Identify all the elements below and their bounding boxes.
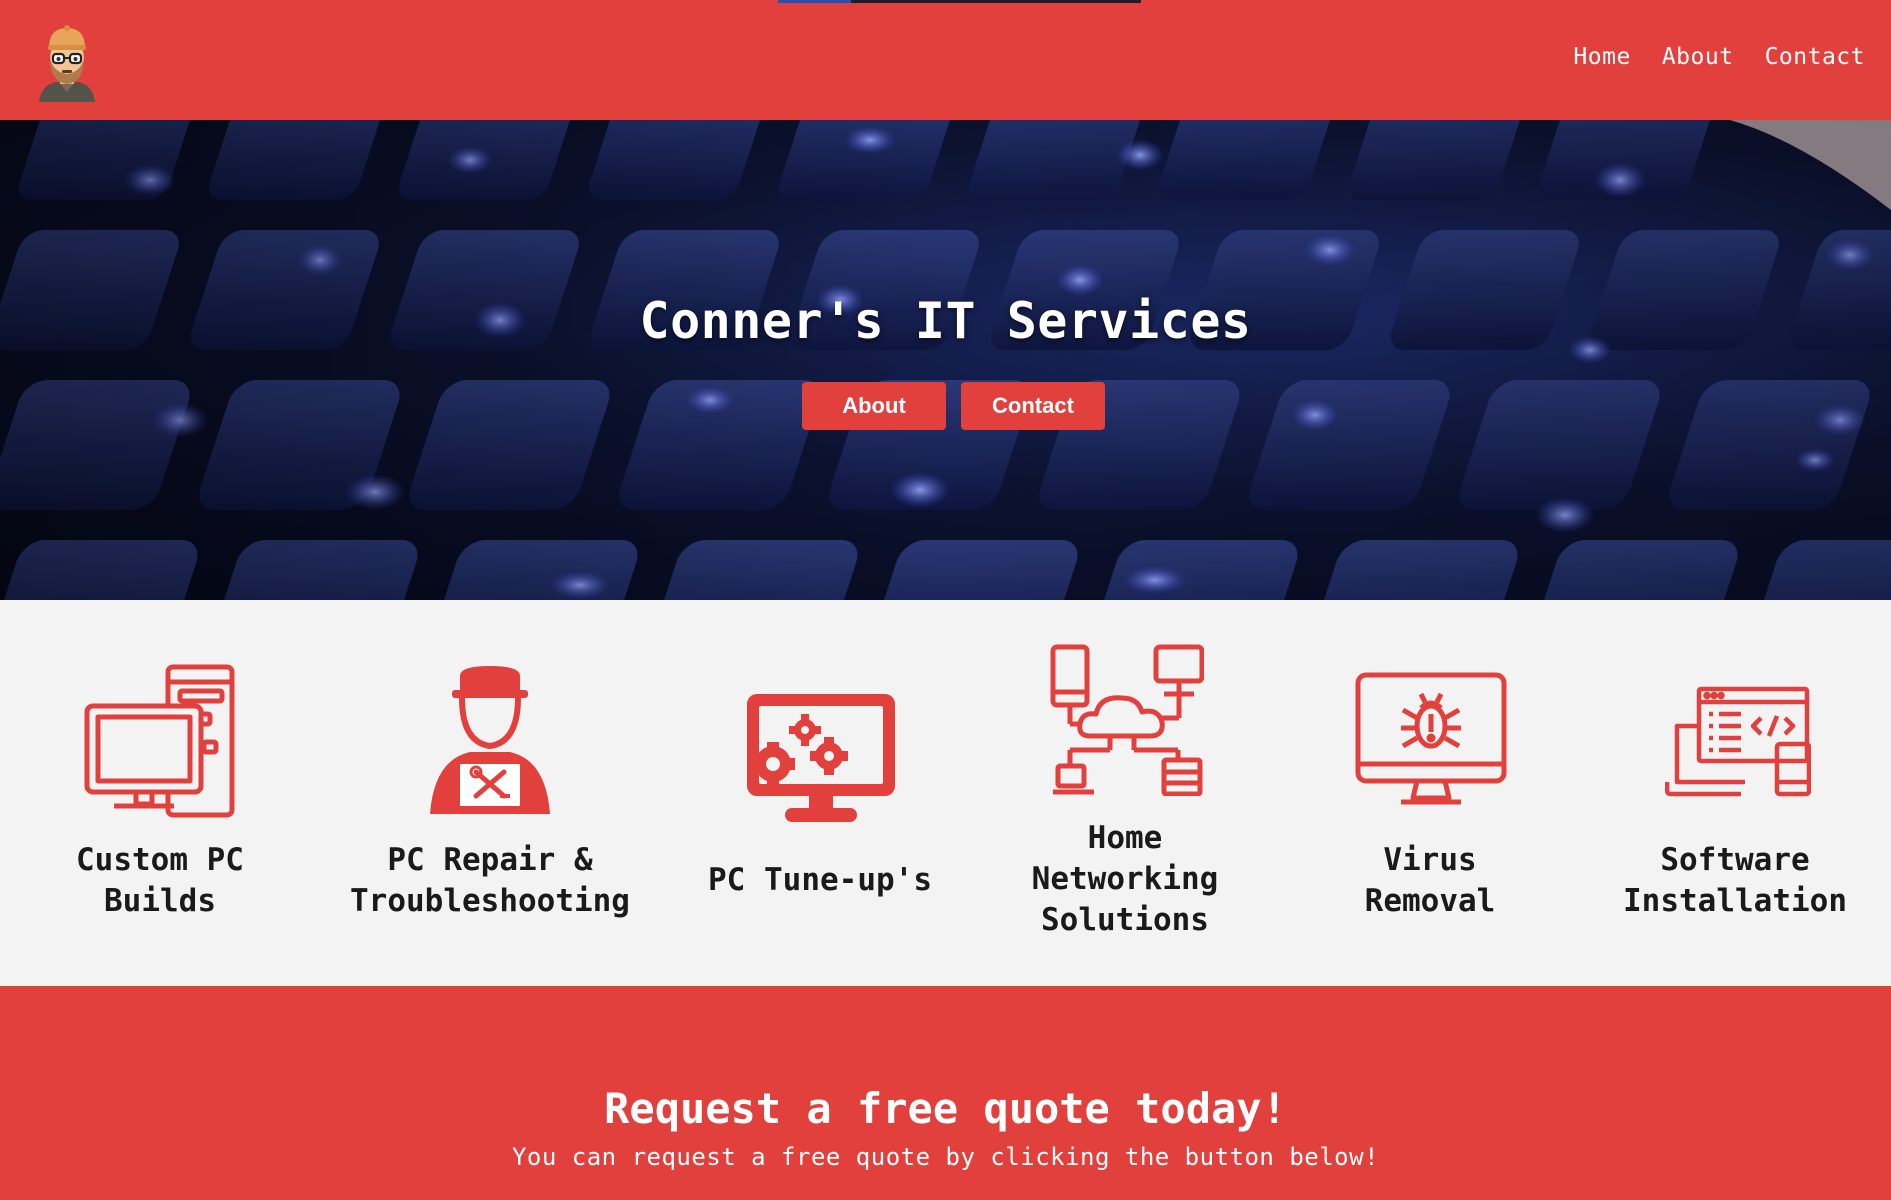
page-progress-fill (778, 0, 851, 3)
services-section: Custom PC Builds PC Repair & Troubleshoo… (0, 600, 1891, 986)
monitor-gears-icon (745, 692, 897, 832)
nav-about-link[interactable]: About (1662, 44, 1734, 70)
service-custom-pc-builds: Custom PC Builds (0, 600, 320, 986)
keyboard-background-image (0, 120, 1891, 600)
service-label: PC Repair & Troubleshooting (350, 842, 630, 919)
desktop-tower-icon (84, 664, 236, 823)
page-progress-bar (778, 0, 1141, 3)
hero-banner: Conner's IT Services About Contact (0, 120, 1891, 600)
service-software-installation: Software Installation (1575, 600, 1891, 986)
service-pc-repair: PC Repair & Troubleshooting (330, 600, 650, 986)
hero-about-button[interactable]: About (802, 382, 946, 430)
site-header: Home About Contact (0, 0, 1891, 120)
monitor-bug-icon (1355, 672, 1507, 812)
service-label: Home Networking Solutions (1031, 820, 1219, 938)
main-nav: Home About Contact (1573, 44, 1865, 70)
quote-title: Request a free quote today! (604, 1084, 1287, 1133)
nav-home-link[interactable]: Home (1573, 44, 1630, 70)
avatar-logo[interactable] (35, 20, 99, 102)
cloud-network-icon (1050, 644, 1205, 800)
service-label: Software Installation (1623, 842, 1847, 919)
nav-contact-link[interactable]: Contact (1765, 44, 1865, 70)
service-label: Custom PC Builds (76, 842, 244, 919)
service-label: PC Tune-up's (708, 862, 932, 898)
service-label: Virus Removal (1364, 842, 1496, 919)
laptop-code-icon (1664, 686, 1812, 802)
technician-icon (430, 664, 550, 823)
service-home-networking: Home Networking Solutions (965, 600, 1285, 986)
service-virus-removal: Virus Removal (1270, 600, 1590, 986)
hero-button-group: About Contact (0, 382, 1891, 430)
quote-section: Request a free quote today! You can requ… (0, 986, 1891, 1200)
hero-title: Conner's IT Services (639, 292, 1252, 350)
hero-contact-button[interactable]: Contact (961, 382, 1105, 430)
quote-subtitle: You can request a free quote by clicking… (511, 1143, 1380, 1171)
service-pc-tune-ups: PC Tune-up's (660, 600, 980, 986)
avatar-icon (39, 25, 95, 102)
